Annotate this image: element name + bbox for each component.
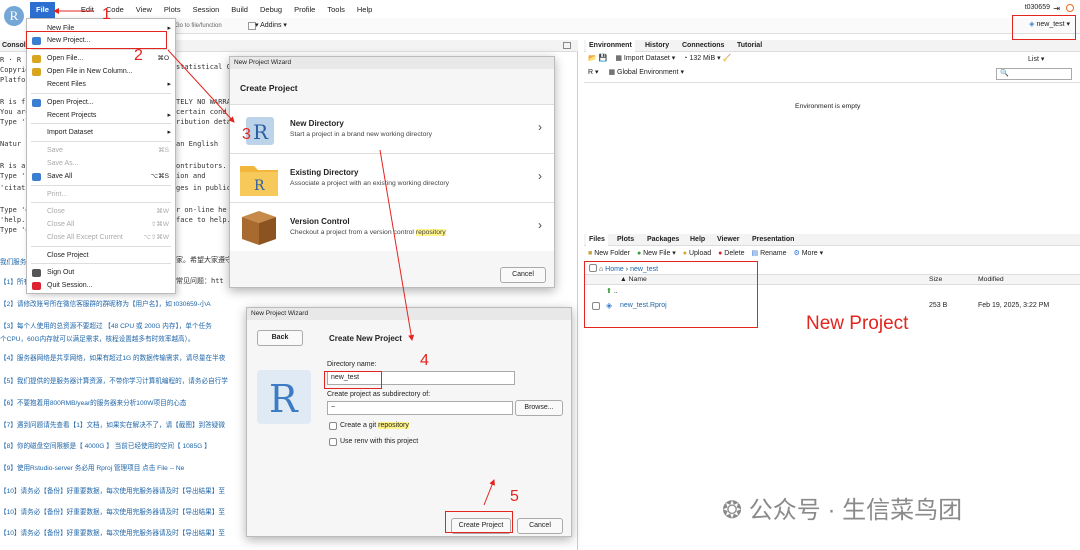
annotation-number-1: 1 [102,6,111,23]
annotation-number-5: 5 [510,488,519,505]
annotation-arrows [53,8,495,506]
annotation-number-4: 4 [420,352,429,369]
watermark: ❂ 公众号 · 生信菜鸟团 [722,497,963,524]
annotation-number-3: 3 [242,126,251,143]
new-project-annotation: New Project [806,313,909,334]
annotation-number-2: 2 [134,47,143,64]
wechat-icon: ❂ [722,497,743,524]
